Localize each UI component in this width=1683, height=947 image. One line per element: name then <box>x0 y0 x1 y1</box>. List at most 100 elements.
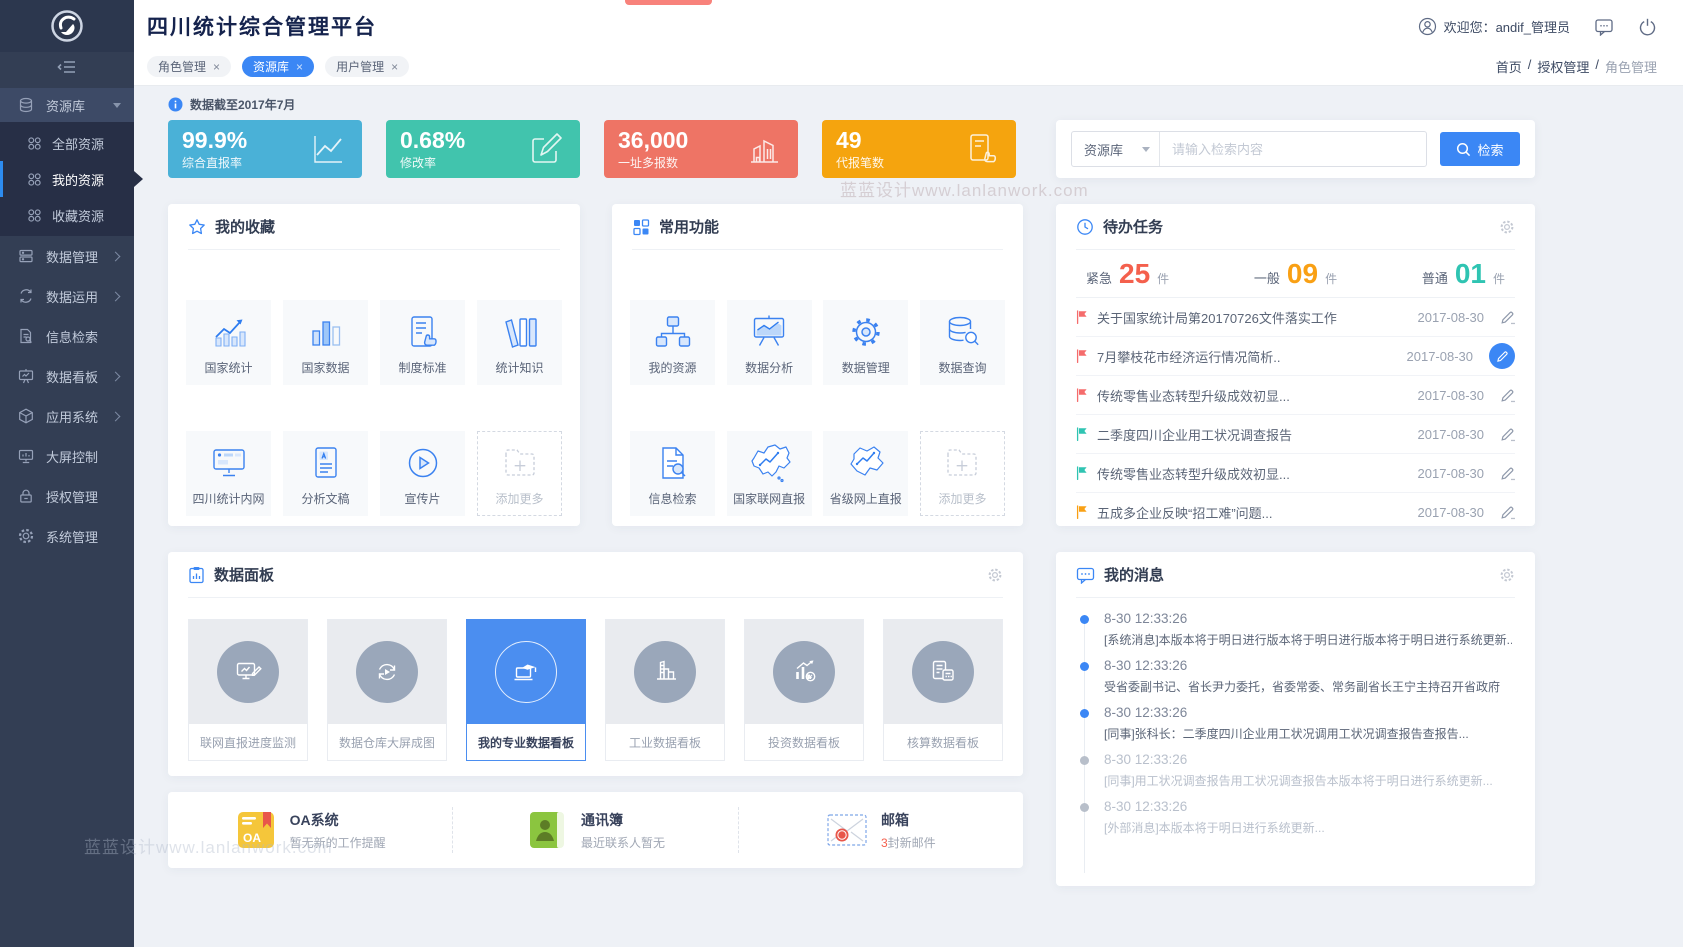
favorite-tile-add-more[interactable]: 添加更多 <box>477 431 562 516</box>
task-row[interactable]: 五成多企业反映“招工难”问题... 2017-08-30 <box>1076 493 1515 531</box>
stat-unit: 件 <box>1325 270 1337 287</box>
sidebar-collapse-button[interactable] <box>0 52 134 82</box>
dashboard-tile-accounting[interactable]: 核算数据看板 <box>883 619 1003 761</box>
tab-user-management[interactable]: 用户管理 × <box>325 56 409 77</box>
task-row[interactable]: 关于国家统计局第20170726文件落实工作 2017-08-30 <box>1076 298 1515 337</box>
favorite-tile-national-stats[interactable]: 国家统计 <box>186 300 271 385</box>
favorite-tile-intranet[interactable]: 四川统计内网 <box>186 431 271 516</box>
user-welcome: 欢迎您：andif_管理员 <box>1418 17 1570 36</box>
sidebar-item-big-screen-control[interactable]: 大屏控制 <box>0 436 134 476</box>
gear-icon[interactable] <box>1499 219 1515 235</box>
document-search-icon <box>17 327 35 345</box>
app-logo[interactable] <box>0 0 134 52</box>
search-category-select[interactable]: 资源库 <box>1072 132 1160 166</box>
power-icon[interactable] <box>1638 17 1657 36</box>
sidebar-menu: 资源库 全部资源 我的资源 收藏资源 数据管理 <box>0 88 134 556</box>
search-button[interactable]: 检索 <box>1440 132 1520 166</box>
edit-button-active[interactable] <box>1489 343 1515 369</box>
stat-card-multi-report[interactable]: 36,000一址多报数 <box>604 120 798 178</box>
favorite-tile-national-data[interactable]: 国家数据 <box>283 300 368 385</box>
user-avatar-icon <box>1418 17 1437 36</box>
edit-button[interactable] <box>1500 505 1515 520</box>
favorite-tile-standards[interactable]: 制度标准 <box>380 300 465 385</box>
task-row[interactable]: 二季度四川企业用工状况调查报告 2017-08-30 <box>1076 415 1515 454</box>
edit-button[interactable] <box>1500 388 1515 403</box>
sidebar-item-info-search[interactable]: 信息检索 <box>0 316 134 356</box>
chevron-down-icon <box>113 103 121 108</box>
breadcrumb-home[interactable]: 首页 <box>1496 57 1522 76</box>
task-row[interactable]: 传统零售业态转型升级成效初显... 2017-08-30 <box>1076 454 1515 493</box>
search-input[interactable] <box>1160 142 1426 157</box>
tile-label: 联网直报进度监测 <box>189 724 307 760</box>
function-tile-data-query[interactable]: 数据查询 <box>920 300 1005 385</box>
todo-stats: 紧急 25 件 一般 09 件 普通 01 件 <box>1076 250 1515 298</box>
quick-links-bar: OA OA系统 暂无新的工作提醒 通讯簿 最近联系人暂无 <box>168 792 1023 868</box>
message-item[interactable]: 8-30 12:33:26 [同事]用工状况调查报告用工状况调查报告本版本将于明… <box>1080 752 1515 789</box>
stat-card-agent-report[interactable]: 49代报笔数 <box>822 120 1016 178</box>
function-tile-my-resources[interactable]: 我的资源 <box>630 300 715 385</box>
line-chart-icon <box>308 129 348 169</box>
message-item[interactable]: 8-30 12:33:26 [外部消息]本版本将于明日进行系统更新... <box>1080 799 1515 836</box>
stat-general: 一般 09 件 <box>1254 260 1337 288</box>
function-tile-add-more[interactable]: 添加更多 <box>920 431 1005 516</box>
message-item[interactable]: 8-30 12:33:26 [系统消息]本版本将于明日进行版本将于明日进行版本将… <box>1080 611 1515 648</box>
gear-icon[interactable] <box>1499 567 1515 583</box>
close-icon[interactable]: × <box>213 61 220 73</box>
sichuan-map-icon <box>844 441 888 485</box>
favorite-tile-knowledge[interactable]: 统计知识 <box>477 300 562 385</box>
monitor-edit-icon <box>217 641 279 703</box>
function-tile-national-report[interactable]: 国家联网直报 <box>727 431 812 516</box>
task-row[interactable]: 传统零售业态转型升级成效初显... 2017-08-30 <box>1076 376 1515 415</box>
function-tile-data-analysis[interactable]: 数据分析 <box>727 300 812 385</box>
sidebar-item-data-management[interactable]: 数据管理 <box>0 236 134 276</box>
quick-link-mail[interactable]: 邮箱 3封新邮件 <box>739 807 1023 853</box>
dashboard-tile-investment[interactable]: 投资数据看板 <box>744 619 864 761</box>
gear-icon[interactable] <box>987 567 1003 583</box>
tab-bar: 角色管理 × 资源库 × 用户管理 × 首页 / 授权管理 / 角色管理 <box>134 52 1683 86</box>
sidebar-item-all-resources[interactable]: 全部资源 <box>0 125 134 161</box>
gear-icon <box>844 310 888 354</box>
sidebar-item-data-usage[interactable]: 数据运用 <box>0 276 134 316</box>
stat-card-modify-rate[interactable]: 0.68%修改率 <box>386 120 580 178</box>
sidebar-item-data-board[interactable]: 数据看板 <box>0 356 134 396</box>
dashboard-tile-my-professional[interactable]: 我的专业数据看板 <box>466 619 586 761</box>
dashboard-tile-warehouse-screen[interactable]: 数据仓库大屏成图 <box>327 619 447 761</box>
sidebar-item-application-system[interactable]: 应用系统 <box>0 396 134 436</box>
page-title: 四川统计综合管理平台 <box>147 11 377 41</box>
message-item[interactable]: 8-30 12:33:26 受省委副书记、省长尹力委托，省委常委、常务副省长王宁… <box>1080 658 1515 695</box>
data-panel: 数据面板 联网直报进度监测 数据仓库大屏成图 <box>168 552 1023 776</box>
close-icon[interactable]: × <box>391 61 398 73</box>
sidebar-item-favorite-resources[interactable]: 收藏资源 <box>0 197 134 233</box>
sidebar-item-system-management[interactable]: 系统管理 <box>0 516 134 556</box>
quick-link-oa[interactable]: OA OA系统 暂无新的工作提醒 <box>168 807 453 853</box>
tab-resource-library[interactable]: 资源库 × <box>242 56 314 77</box>
close-icon[interactable]: × <box>296 61 303 73</box>
stat-unit: 件 <box>1493 270 1505 287</box>
sidebar-item-resource-library[interactable]: 资源库 <box>0 88 134 122</box>
messages-icon[interactable] <box>1594 17 1614 36</box>
message-text: [同事]用工状况调查报告用工状况调查报告本版本将于明日进行系统更新... <box>1104 772 1512 789</box>
favorite-tile-promo-video[interactable]: 宣传片 <box>380 431 465 516</box>
edit-button[interactable] <box>1500 427 1515 442</box>
tab-role-management[interactable]: 角色管理 × <box>147 56 231 77</box>
dashboard-tile-report-progress[interactable]: 联网直报进度监测 <box>188 619 308 761</box>
function-tile-data-management[interactable]: 数据管理 <box>823 300 908 385</box>
task-row[interactable]: 7月攀枝花市经济运行情况简析.. 2017-08-30 <box>1076 337 1515 376</box>
document-thumb-icon <box>401 310 445 354</box>
quick-link-contacts[interactable]: 通讯簿 最近联系人暂无 <box>453 807 738 853</box>
function-tile-info-search[interactable]: 信息检索 <box>630 431 715 516</box>
stat-card-report-rate[interactable]: 99.9%综合直报率 <box>168 120 362 178</box>
sidebar-item-label: 资源库 <box>46 96 85 115</box>
favorite-tile-analysis-docs[interactable]: 分析文稿 <box>283 431 368 516</box>
edit-button[interactable] <box>1500 310 1515 325</box>
dashboard-tile-industry[interactable]: 工业数据看板 <box>605 619 725 761</box>
breadcrumb-authorization[interactable]: 授权管理 <box>1537 57 1589 76</box>
common-functions-panel: 常用功能 我的资源 数据分析 数据管理 <box>612 204 1023 526</box>
sidebar-item-my-resources[interactable]: 我的资源 <box>0 161 134 197</box>
message-item[interactable]: 8-30 12:33:26 [同事]张科长：二季度四川企业用工状况调用工状况调查… <box>1080 705 1515 742</box>
edit-button[interactable] <box>1500 466 1515 481</box>
lock-icon <box>17 487 35 505</box>
stat-value: 49 <box>836 128 884 152</box>
function-tile-provincial-report[interactable]: 省级网上直报 <box>823 431 908 516</box>
sidebar-item-authorization[interactable]: 授权管理 <box>0 476 134 516</box>
